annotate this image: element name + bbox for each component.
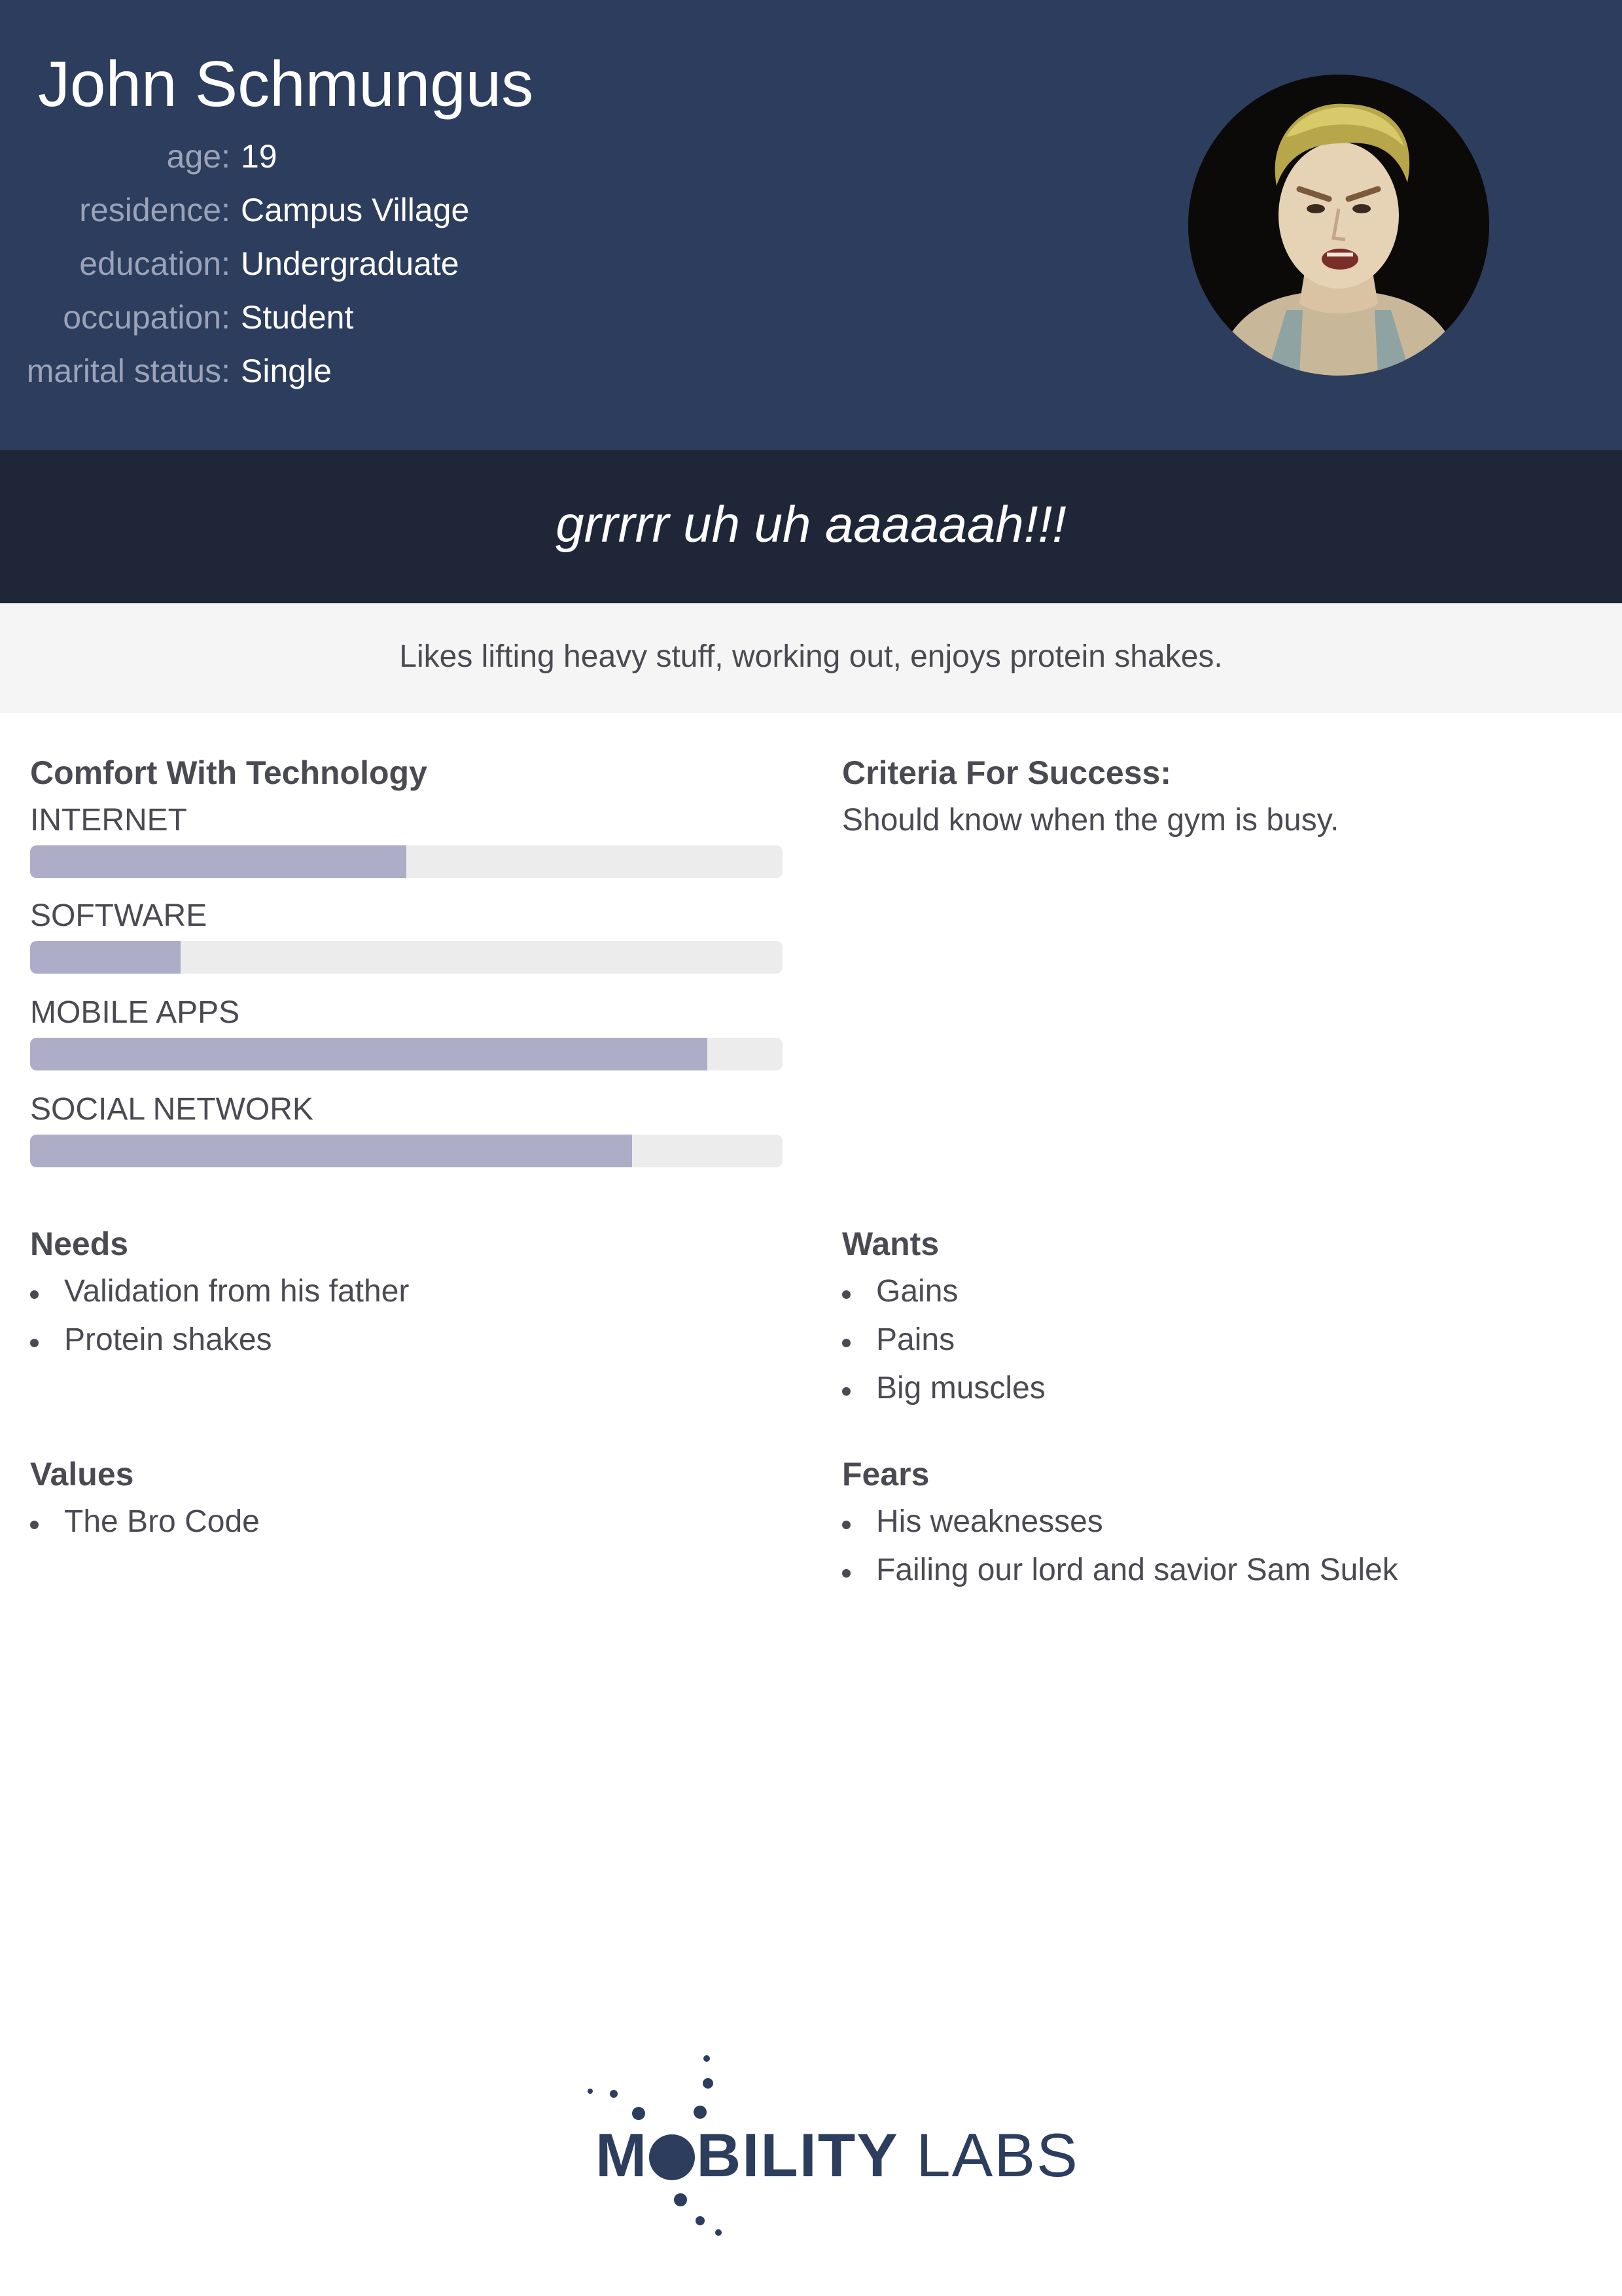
comfort-title: Comfort With Technology	[30, 754, 427, 791]
list-item: His weaknesses	[842, 1504, 1398, 1552]
fact-label: education:	[79, 245, 230, 282]
list-item: Gains	[842, 1273, 1046, 1322]
tech-label-mobile-apps: MOBILE APPS	[30, 995, 240, 1030]
fact-value: Undergraduate	[241, 245, 459, 282]
criteria-text: Should know when the gym is busy.	[842, 803, 1339, 838]
logo-part: LABS	[916, 2121, 1079, 2189]
fact-label: marital status:	[26, 353, 230, 389]
list-item: Pains	[842, 1322, 1046, 1370]
needs-list: Validation from his father Protein shake…	[30, 1273, 409, 1370]
fact-value: Campus Village	[241, 192, 470, 228]
list-item: Failing our lord and savior Sam Sulek	[842, 1552, 1398, 1600]
persona-quote: grrrrr uh uh aaaaaah!!!	[555, 495, 1067, 553]
tech-bar-fill	[30, 845, 406, 878]
fact-label: occupation:	[63, 299, 230, 336]
tech-bar-software	[30, 941, 783, 974]
fact-value: Single	[241, 353, 332, 389]
tech-label-internet: INTERNET	[30, 803, 187, 838]
fears-list: His weaknesses Failing our lord and savi…	[842, 1504, 1398, 1600]
tech-bar-internet	[30, 845, 783, 878]
logo-part: BILITY	[696, 2121, 898, 2189]
wants-title: Wants	[842, 1226, 940, 1262]
tech-bar-mobile-apps	[30, 1038, 783, 1070]
tech-label-social-network: SOCIAL NETWORK	[30, 1092, 313, 1127]
avatar	[1188, 75, 1489, 376]
fact-label: residence:	[79, 192, 230, 228]
tech-bar-fill	[30, 1038, 707, 1070]
bio-band: Likes lifting heavy stuff, working out, …	[0, 603, 1622, 713]
fact-label: age:	[166, 138, 230, 175]
tech-label-software: SOFTWARE	[30, 898, 207, 933]
values-list: The Bro Code	[30, 1504, 260, 1552]
needs-title: Needs	[30, 1226, 129, 1262]
list-item: Protein shakes	[30, 1322, 409, 1370]
tech-bar-fill	[30, 1135, 632, 1167]
values-title: Values	[30, 1456, 134, 1492]
list-item: Big muscles	[842, 1370, 1046, 1419]
fact-value: Student	[241, 299, 354, 336]
tech-bar-fill	[30, 941, 181, 974]
persona-name: John Schmungus	[38, 48, 534, 120]
quote-band: grrrrr uh uh aaaaaah!!!	[0, 450, 1622, 603]
list-item: Validation from his father	[30, 1273, 409, 1322]
criteria-title: Criteria For Success:	[842, 754, 1171, 791]
list-item: The Bro Code	[30, 1504, 260, 1552]
persona-header: John Schmungus age: 19 residence: Campus…	[0, 0, 1622, 450]
logo-part: M	[595, 2121, 648, 2189]
tech-bar-social-network	[30, 1135, 783, 1167]
logo-o-dot-icon	[649, 2134, 696, 2180]
wants-list: Gains Pains Big muscles	[842, 1273, 1046, 1419]
fact-value: 19	[241, 138, 277, 175]
fears-title: Fears	[842, 1456, 930, 1492]
persona-bio: Likes lifting heavy stuff, working out, …	[399, 639, 1223, 674]
mobility-labs-logo: M BILITY LABS	[576, 2048, 1078, 2244]
avatar-portrait-icon	[1188, 75, 1489, 376]
logo-wordmark: M BILITY LABS	[595, 2120, 1079, 2191]
